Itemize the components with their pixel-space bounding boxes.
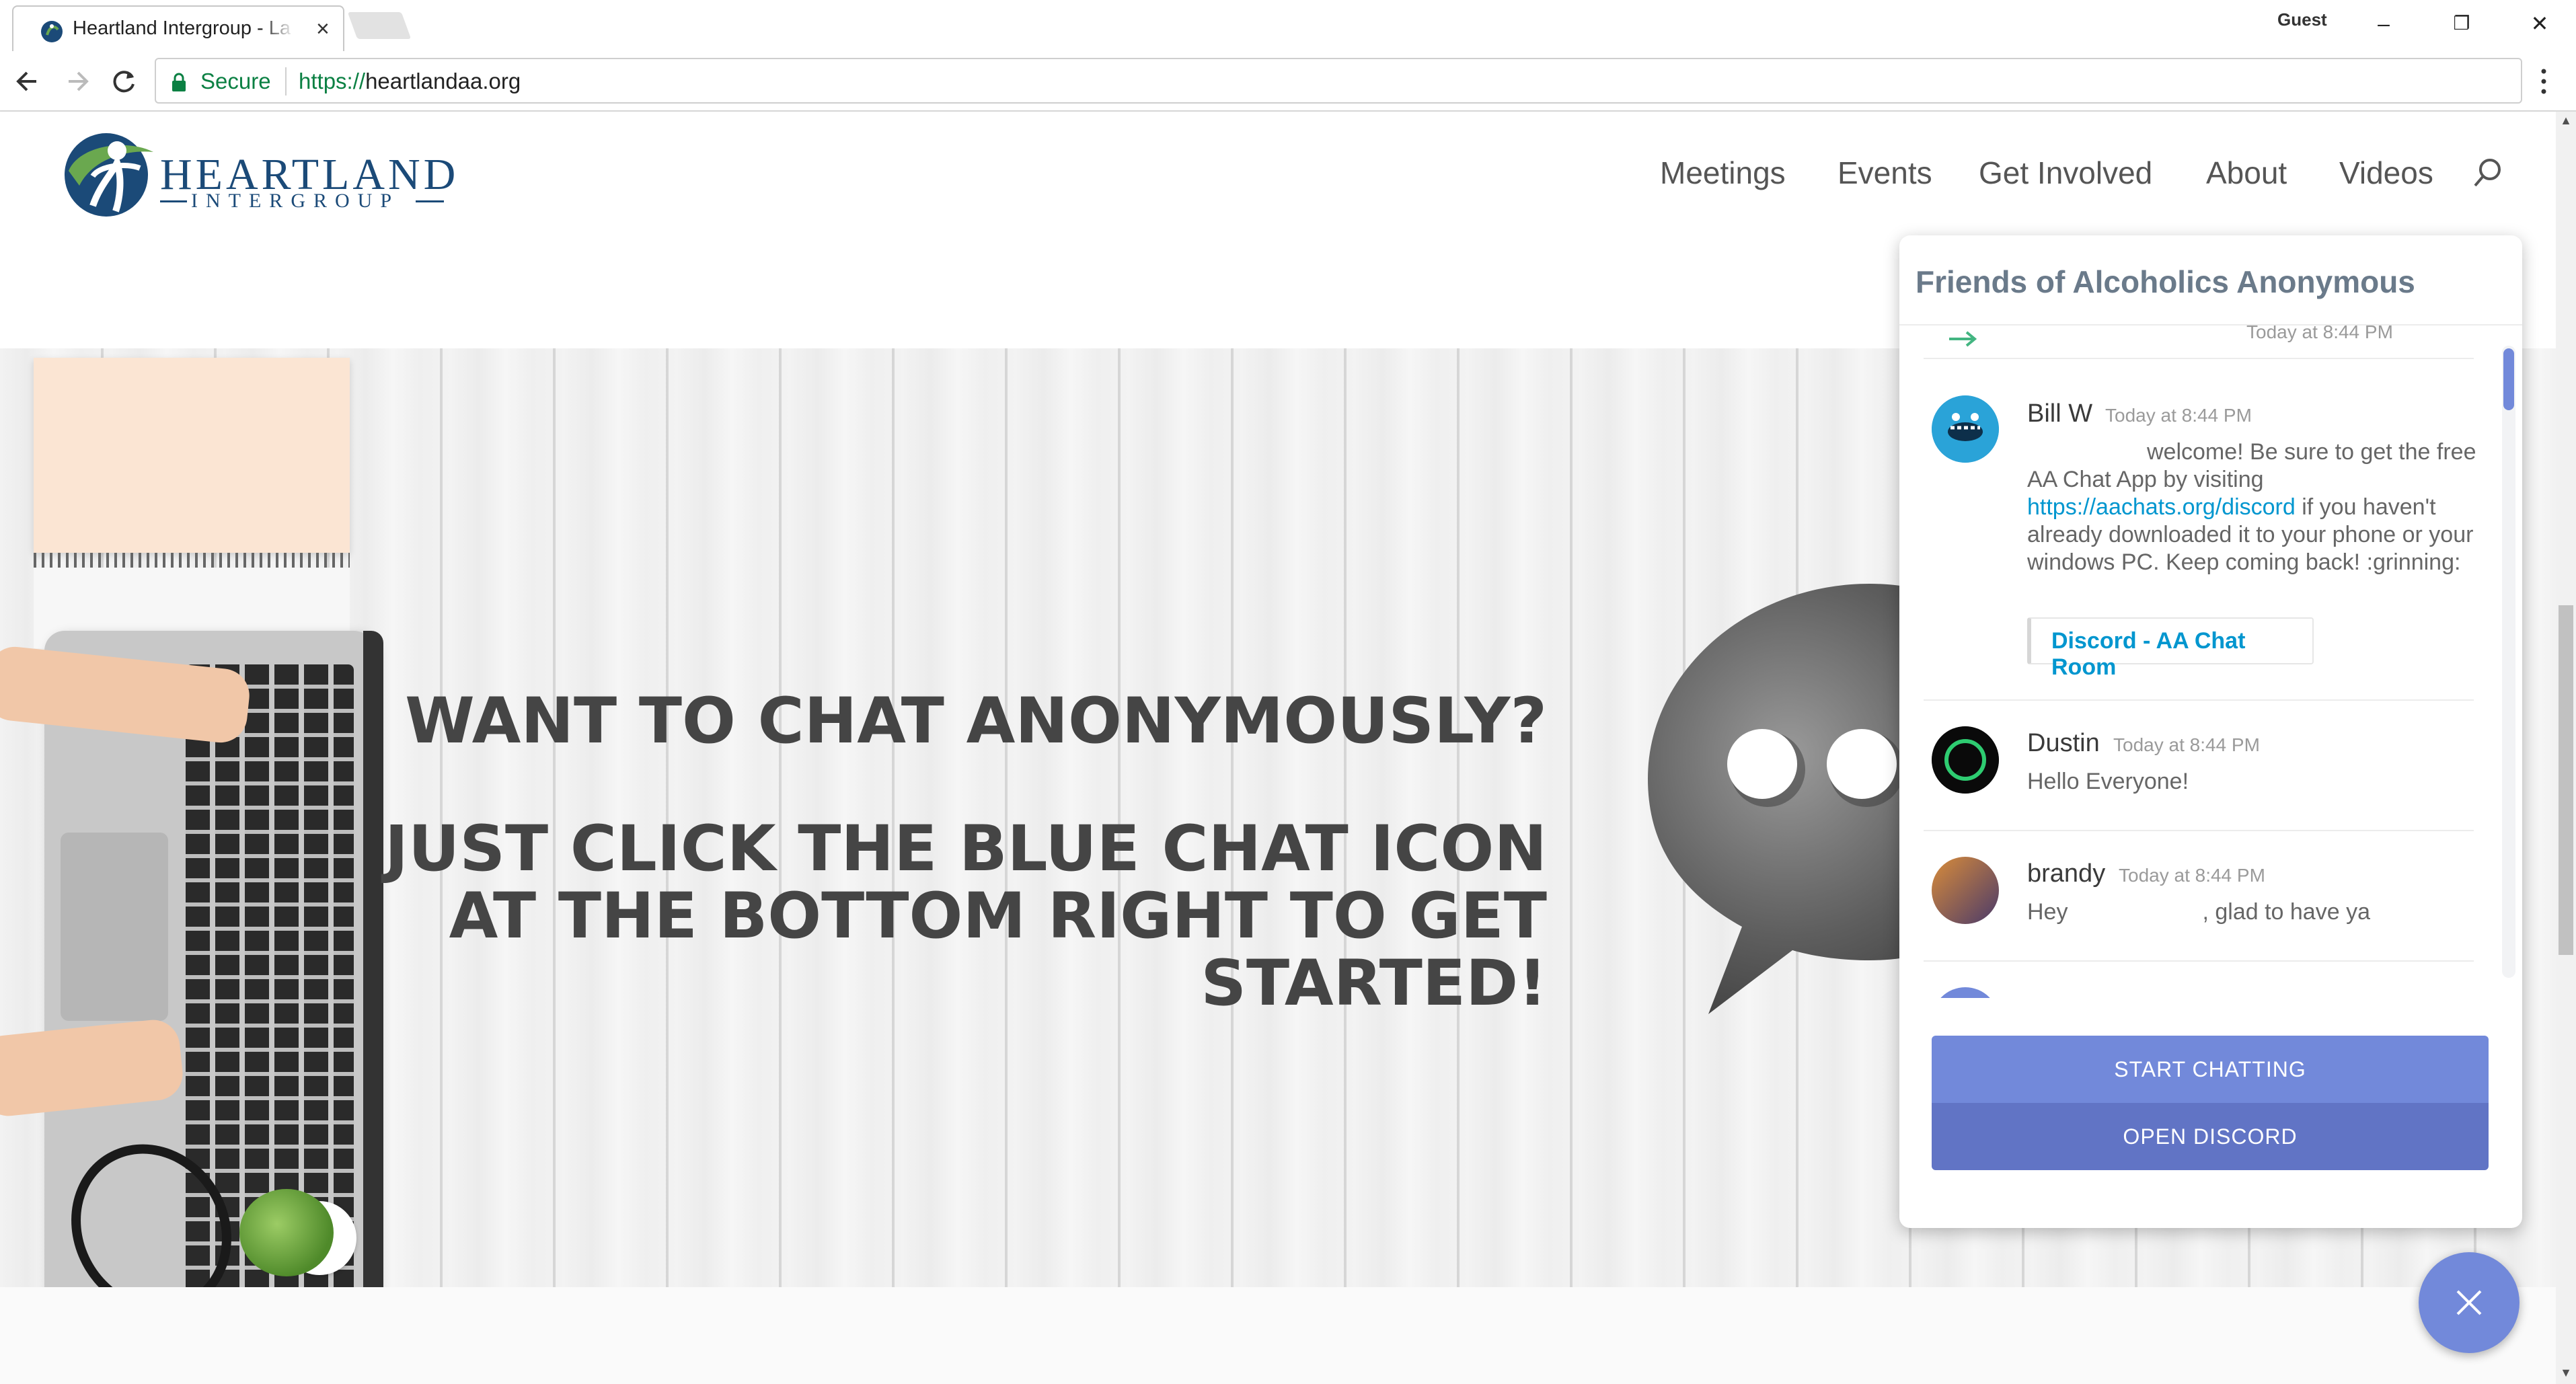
nav-events[interactable]: Events (1838, 155, 1932, 191)
new-tab-button[interactable] (347, 12, 412, 39)
message-timestamp: Today at 8:44 PM (2113, 734, 2260, 755)
logo-rule-left (160, 200, 187, 202)
nav-about[interactable]: About (2206, 155, 2287, 191)
message-divider (1924, 960, 2474, 962)
avatar-ring-icon (1932, 726, 1999, 794)
below-hero-area (0, 1287, 2556, 1384)
avatar-monster-icon (1932, 395, 1999, 463)
laptop-edge (363, 631, 383, 1287)
avatar (1932, 395, 1999, 463)
tab-close-icon[interactable]: × (316, 17, 330, 40)
message-username[interactable]: Dustin (2027, 729, 2100, 758)
address-bar[interactable]: Secure https://heartlandaa.org (155, 58, 2522, 104)
browser-window: Heartland Intergroup - La × Guest – ❐ ✕ … (0, 0, 2576, 1384)
message-link[interactable]: https://aachats.org/discord (2027, 494, 2296, 520)
notebook-image (34, 358, 350, 553)
scroll-down-arrow[interactable]: ▼ (2559, 1365, 2573, 1380)
profile-label[interactable]: Guest (2277, 9, 2327, 30)
message-text: Hey , glad to have ya (2027, 898, 2491, 926)
nav-meetings[interactable]: Meetings (1660, 155, 1786, 191)
avatar (1932, 857, 1999, 924)
scroll-up-arrow[interactable]: ▲ (2559, 113, 2573, 128)
message-username[interactable]: Bill W (2027, 399, 2092, 428)
message-text-part: welcome! Be sure to get the free AA Chat… (2027, 439, 2476, 492)
hero-heading: WANT TO CHAT ANONYMOUSLY? (405, 685, 1547, 758)
message-divider (1924, 830, 2474, 831)
url-scheme: https:// (299, 69, 366, 93)
avatar (1932, 987, 1999, 998)
message-text-part: , glad to have ya (2202, 899, 2370, 925)
plant-image (239, 1189, 334, 1276)
avatar (1932, 726, 1999, 794)
nav-videos[interactable]: Videos (2339, 155, 2433, 191)
widget-scrollbar[interactable] (2502, 346, 2515, 978)
message-list[interactable]: Today at 8:44 PM Bill W Today at 8:44 PM… (1899, 325, 2522, 998)
lock-icon (172, 73, 186, 91)
widget-title: Friends of Alcoholics Anonymous (1916, 264, 2415, 299)
message-timestamp: Today at 8:44 PM (2105, 405, 2252, 426)
menu-icon[interactable] (2538, 65, 2549, 98)
embed-title[interactable]: Discord - AA Chat Room (2051, 628, 2312, 681)
hero-subheading-line1: JUST CLICK THE BLUE CHAT ICON (385, 812, 1547, 886)
forward-arrow-icon[interactable] (59, 63, 96, 100)
widget-scrollbar-thumb[interactable] (2503, 348, 2514, 410)
message-text: welcome! Be sure to get the free AA Chat… (2027, 438, 2491, 576)
back-arrow-icon[interactable] (9, 63, 46, 100)
tab-title: Heartland Intergroup - La (73, 17, 295, 40)
message-text-part: Hey (2027, 899, 2068, 925)
discord-widget: Friends of Alcoholics Anonymous Today at… (1899, 235, 2522, 1228)
nav-get-involved[interactable]: Get Involved (1979, 155, 2152, 191)
hero-subheading-line3: STARTED! (1201, 947, 1547, 1020)
secure-label: Secure (200, 69, 271, 93)
message-divider (1924, 699, 2474, 701)
message-text: Hello Everyone! (2027, 769, 2189, 794)
site-header: HEARTLAND INTERGROUP Meetings Events Get… (0, 112, 2556, 234)
hero-subheading-line2: AT THE BOTTOM RIGHT TO GET (449, 880, 1547, 953)
browser-tab[interactable]: Heartland Intergroup - La × (12, 5, 344, 51)
close-icon (2456, 1290, 2482, 1315)
close-window-button[interactable]: ✕ (2520, 7, 2560, 40)
url-text: https://heartlandaa.org (299, 69, 521, 94)
partial-timestamp: Today at 8:44 PM (2246, 325, 2393, 342)
logo-rule-right (416, 200, 444, 202)
url-separator (285, 67, 287, 95)
chat-toggle-button[interactable] (2419, 1252, 2520, 1353)
minimize-button[interactable]: – (2363, 7, 2404, 40)
search-icon[interactable] (2471, 156, 2505, 190)
notebook-spiral (34, 553, 350, 568)
page-scrollbar-thumb[interactable] (2559, 605, 2573, 955)
site-logo[interactable]: HEARTLAND INTERGROUP (52, 125, 455, 219)
restore-button[interactable]: ❐ (2441, 7, 2482, 40)
message-username[interactable]: brandy (2027, 859, 2105, 888)
join-arrow-icon (1949, 331, 1977, 347)
logo-emblem-icon (65, 133, 153, 217)
reload-icon[interactable] (106, 63, 143, 100)
open-discord-button[interactable]: OPEN DISCORD (1932, 1103, 2489, 1170)
laptop-trackpad (61, 833, 168, 1021)
browser-toolbar: Secure https://heartlandaa.org (0, 51, 2576, 112)
logo-subtitle: INTERGROUP (191, 190, 400, 212)
title-bar: Heartland Intergroup - La × Guest – ❐ ✕ (0, 0, 2576, 51)
url-host: heartlandaa.org (365, 69, 521, 93)
site-favicon-icon (41, 21, 63, 42)
start-chatting-button[interactable]: START CHATTING (1932, 1036, 2489, 1103)
message-embed[interactable]: Discord - AA Chat Room (2027, 617, 2314, 680)
message-divider (1924, 358, 2474, 359)
message-timestamp: Today at 8:44 PM (2119, 865, 2265, 886)
